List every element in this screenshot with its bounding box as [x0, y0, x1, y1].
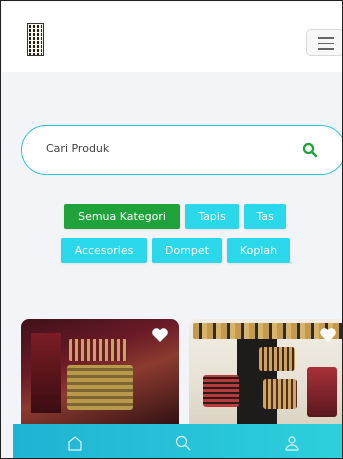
- category-chip-tapis[interactable]: Tapis: [185, 204, 239, 229]
- category-chip-accesories[interactable]: Accesories: [61, 238, 147, 263]
- category-chip-tas[interactable]: Tas: [244, 204, 286, 229]
- search-input[interactable]: Cari Produk: [46, 142, 109, 155]
- user-icon[interactable]: [283, 434, 301, 452]
- product-card[interactable]: [21, 319, 179, 429]
- app-header: [2, 2, 342, 72]
- search-icon[interactable]: [302, 142, 318, 158]
- search-icon[interactable]: [174, 434, 192, 452]
- heart-icon[interactable]: [151, 327, 169, 343]
- home-icon[interactable]: [66, 434, 84, 452]
- category-chip-dompet[interactable]: Dompet: [152, 238, 222, 263]
- woven-tapis-logo-icon[interactable]: [27, 23, 44, 56]
- hamburger-menu-icon: [318, 37, 334, 39]
- search-bar[interactable]: Cari Produk: [21, 125, 342, 175]
- bottom-navigation: [13, 424, 342, 458]
- menu-button[interactable]: [306, 29, 342, 56]
- heart-icon[interactable]: [319, 327, 337, 343]
- category-chip-koplah[interactable]: Koplah: [227, 238, 290, 263]
- app-frame: Cari Produk Semua Kategori Tapis Tas Acc…: [0, 0, 343, 459]
- product-card[interactable]: [189, 319, 342, 429]
- category-chip-semua-kategori[interactable]: Semua Kategori: [64, 204, 180, 229]
- tapis-bag-stack-photo: [31, 333, 61, 413]
